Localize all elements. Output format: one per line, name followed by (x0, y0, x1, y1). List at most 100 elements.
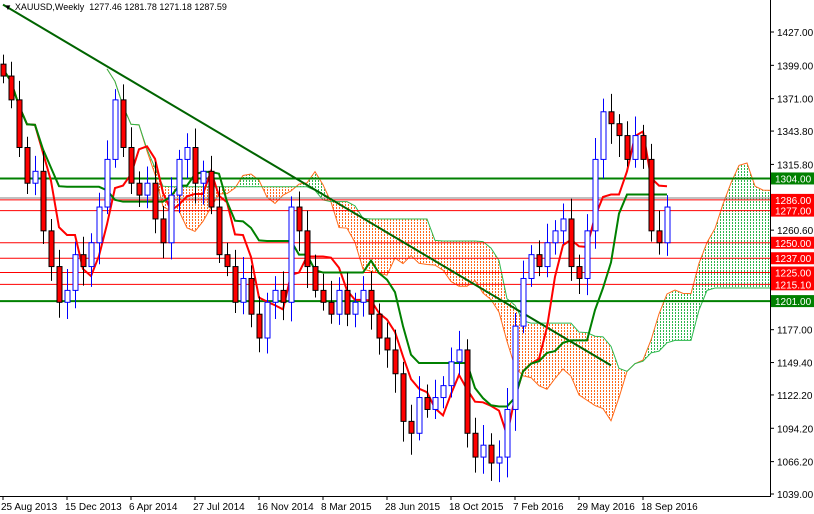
candle-body (448, 361, 455, 387)
bear-candle (472, 417, 479, 473)
candle-body (56, 266, 63, 303)
candle-body (664, 206, 671, 244)
y-tick-label: 1343.80 (777, 127, 814, 138)
candle-body (344, 289, 351, 315)
candle-body (408, 420, 415, 434)
candle-body (200, 170, 207, 184)
bull-candle (88, 233, 95, 287)
cloud-segment (651, 313, 659, 353)
candle-body (128, 147, 135, 184)
bear-candle (256, 296, 263, 353)
candle-body (368, 289, 375, 315)
bull-candle (240, 257, 247, 315)
y-tick-label: 1260.60 (777, 226, 814, 237)
bull-candle (432, 379, 439, 419)
bull-candle (104, 140, 111, 215)
bear-candle (40, 151, 47, 244)
bull-candle (560, 203, 567, 244)
cloud-segment (763, 190, 771, 289)
candle-body (488, 444, 495, 464)
bull-candle (272, 276, 279, 319)
candle-body (0, 63, 7, 77)
bull-candle (496, 440, 503, 483)
cloud-segment (563, 323, 571, 377)
cloud-segment (451, 240, 459, 287)
x-tick-label: 29 May 2016 (577, 502, 635, 513)
candle-body (304, 230, 311, 268)
x-tick-label: 8 Mar 2015 (321, 502, 372, 513)
candle-body (296, 206, 303, 232)
bear-candle (344, 272, 351, 327)
candle-body (264, 301, 271, 339)
candle-body (632, 135, 639, 160)
candle-body (48, 230, 55, 268)
bear-candle (312, 254, 319, 298)
bull-candle (72, 241, 79, 309)
bear-candle (656, 210, 663, 255)
bear-candle (16, 80, 23, 158)
candle-body (464, 349, 471, 434)
candle-body (600, 111, 607, 160)
bear-candle (424, 384, 431, 418)
candle-body (136, 182, 143, 196)
cloud-segment (579, 332, 587, 401)
candle-body (504, 408, 511, 458)
bear-candle (232, 249, 239, 314)
candle-body (144, 182, 151, 196)
bear-candle (464, 339, 471, 448)
candle-body (256, 313, 263, 339)
candle-body (32, 170, 39, 184)
candle-body (16, 99, 23, 148)
y-tick-label: 1094.20 (777, 424, 814, 435)
triangle-down-icon[interactable]: ▼ (4, 3, 12, 12)
bull-candle (592, 137, 599, 249)
cloud-segment (347, 201, 355, 243)
candle-body (560, 218, 567, 232)
bull-candle (504, 388, 511, 478)
cloud-segment (467, 240, 475, 287)
cloud-segment (571, 323, 579, 395)
candle-body (112, 99, 119, 160)
bear-candle (384, 322, 391, 368)
bear-candle (608, 93, 615, 144)
candle-body (584, 230, 591, 279)
price-chart[interactable]: 1304.001286.001277.001250.001237.001225.… (0, 0, 814, 514)
candle-body (624, 135, 631, 160)
bull-candle (584, 214, 591, 296)
candles (0, 54, 671, 483)
candle-body (248, 277, 255, 315)
candle-body (536, 254, 543, 268)
candle-body (224, 254, 231, 268)
bear-candle (648, 143, 655, 242)
bull-candle (288, 196, 295, 322)
bull-candle (360, 276, 367, 317)
candle-body (656, 230, 663, 244)
candle-body (272, 289, 279, 303)
bear-candle (160, 205, 167, 259)
candle-body (544, 242, 551, 268)
x-tick-label: 18 Sep 2016 (641, 502, 698, 513)
x-tick-label: 25 Aug 2013 (1, 502, 58, 513)
bull-candle (632, 116, 639, 168)
level-label: 1277.00 (775, 207, 812, 218)
bear-candle (624, 121, 631, 167)
level-label: 1215.10 (775, 280, 812, 291)
bear-candle (304, 210, 311, 289)
cloud-segment (419, 218, 427, 265)
candle-body (520, 277, 527, 327)
x-tick-label: 16 Nov 2014 (257, 502, 314, 513)
candle-body (400, 373, 407, 422)
bull-candle (600, 98, 607, 179)
y-tick-label: 1039.00 (777, 490, 814, 501)
candle-body (280, 289, 287, 303)
bull-candle (528, 245, 535, 287)
bear-candle (280, 271, 287, 321)
bull-candle (512, 313, 519, 431)
candle-body (496, 456, 503, 464)
x-tick-label: 7 Feb 2016 (513, 502, 564, 513)
bear-candle (296, 191, 303, 252)
cloud-segment (531, 323, 539, 386)
candle-body (440, 385, 447, 399)
bear-candle (0, 54, 7, 84)
candle-body (64, 289, 71, 303)
